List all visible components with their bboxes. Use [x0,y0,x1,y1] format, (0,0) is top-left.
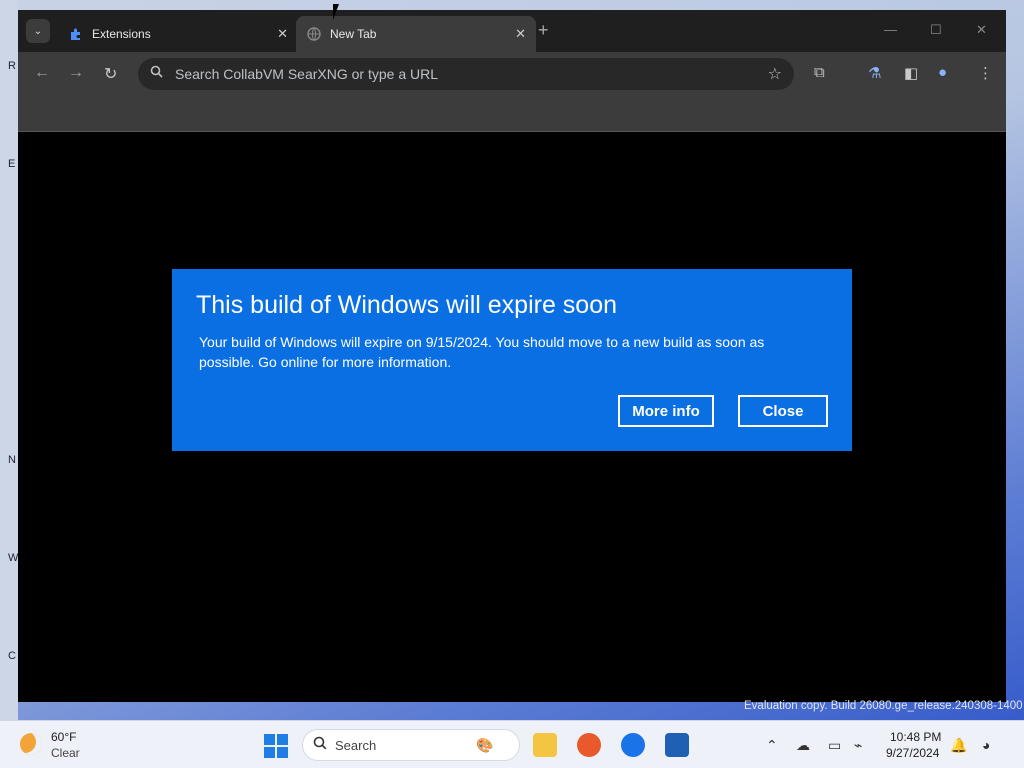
evaluation-watermark: Evaluation copy. Build 26080.ge_release.… [744,700,1023,712]
more-info-button[interactable]: More info [618,395,714,427]
desktop-icon-label[interactable]: E [8,158,15,170]
weather-condition[interactable]: Clear [51,746,80,760]
tab-new-tab[interactable]: New Tab ✕ [296,16,536,52]
tab-search-button[interactable]: ⌄ [26,19,50,43]
menu-icon[interactable]: ⋮ [978,64,993,82]
desktop-icon-label[interactable]: W [8,552,18,564]
tab-strip: ⌄ Extensions ✕ New Tab ✕ + — ☐ ✕ [18,10,1006,52]
labs-flask-icon[interactable]: ⚗ [868,64,881,82]
profile-icon[interactable]: ● [938,64,947,81]
file-explorer-icon[interactable] [533,733,557,757]
search-icon [313,736,327,755]
minimize-icon[interactable]: — [884,22,897,37]
maximize-icon[interactable]: ☐ [930,22,942,38]
mouse-cursor [333,4,339,20]
clock-time[interactable]: 10:48 PM [890,730,941,744]
forward-arrow-icon[interactable]: → [68,64,84,82]
search-icon [150,65,163,83]
close-icon[interactable]: ✕ [277,26,288,42]
chevron-up-icon[interactable]: ⌃ [766,737,778,754]
close-icon[interactable]: ✕ [515,26,526,42]
desktop-icon-label[interactable]: N [8,454,16,466]
globe-icon [306,26,322,42]
network-icon[interactable]: ⌁ [854,737,862,754]
onedrive-icon[interactable]: ☁ [796,737,810,754]
taskbar: 60°F Clear Search 🎨 ⌃ ☁ ▭ ⌁ 10:48 PM 9/2… [0,720,1024,768]
reload-icon[interactable]: ↻ [104,64,117,84]
firefox-icon[interactable] [577,733,601,757]
back-arrow-icon[interactable]: ← [34,64,50,82]
taskbar-search-label: Search [335,737,377,753]
moon-weather-icon[interactable] [20,733,42,755]
address-bar-placeholder: Search CollabVM SearXNG or type a URL [175,66,438,82]
display-icon[interactable]: ▭ [828,737,841,754]
chevron-down-icon: ⌄ [33,25,43,37]
browser-toolbar: ← → ↻ Search CollabVM SearXNG or type a … [18,52,1006,96]
desktop-icon-label[interactable]: R [8,60,16,72]
remote-app-icon[interactable] [665,733,689,757]
address-bar[interactable]: Search CollabVM SearXNG or type a URL ☆ [138,58,794,90]
dialog-message: Your build of Windows will expire on 9/1… [199,334,765,370]
tab-extensions[interactable]: Extensions ✕ [58,16,298,52]
tab-title: Extensions [92,27,151,41]
close-button[interactable]: Close [738,395,828,427]
chrome-icon[interactable] [621,733,645,757]
side-panel-icon[interactable]: ◧ [904,64,918,82]
weather-temperature[interactable]: 60°F [51,730,76,744]
taskbar-search[interactable]: Search 🎨 [302,729,520,761]
bookmarks-bar [18,96,1006,132]
new-tab-button[interactable]: + [538,20,549,41]
windows-logo-icon [264,734,275,745]
desktop-background: R E N W C [0,0,18,720]
expiry-dialog: This build of Windows will expire soon Y… [172,269,852,451]
copilot-icon[interactable]: ◕ [982,737,990,753]
start-button[interactable] [264,734,288,758]
notification-bell-icon[interactable]: 🔔 [950,737,967,754]
desktop-icon-label[interactable]: C [8,650,16,662]
close-window-icon[interactable]: ✕ [976,22,987,38]
extensions-icon[interactable]: ⧉ [814,64,825,81]
bookmark-star-icon[interactable]: ☆ [768,64,782,84]
dialog-title: This build of Windows will expire soon [196,291,618,319]
tab-title: New Tab [330,27,377,41]
puzzle-icon [68,26,84,42]
clock-date[interactable]: 9/27/2024 [886,746,939,760]
search-highlight-icon: 🎨 [476,736,494,753]
